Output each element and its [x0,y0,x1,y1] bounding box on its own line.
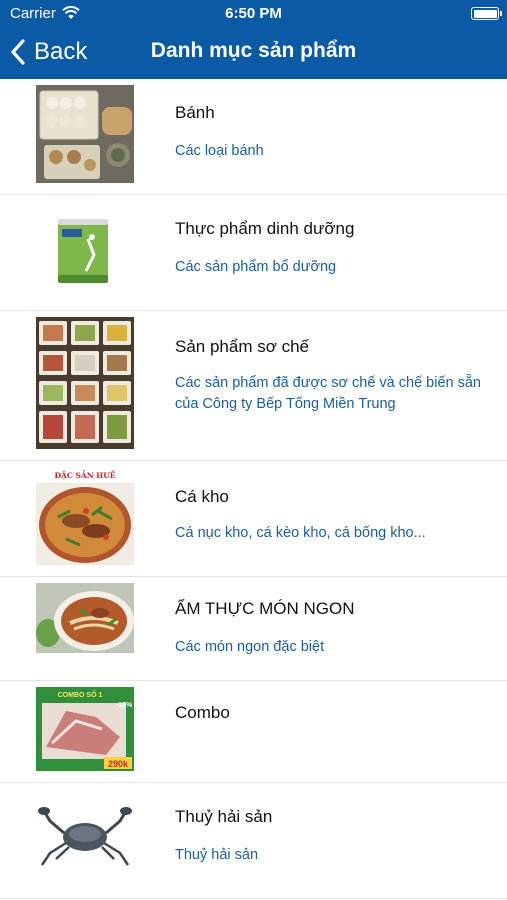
list-item[interactable]: COMBO SỐ 1 -15% 290k Combo [0,681,507,783]
category-subtitle: Các sản phẩm đã được sơ chế và chế biến … [175,375,482,412]
list-item[interactable]: Thuỷ hải sản Thuỷ hải sản [0,783,507,899]
discount-badge: -15% [116,702,133,709]
page-title: Danh mục sản phẩm [150,39,357,62]
category-subtitle: Cá nục kho, cá kèo kho, cá bống kho... [175,525,426,541]
pastry-photo [36,85,134,183]
category-list: Bánh Các loại bánh Thực phẩm dinh dưỡng … [0,79,507,899]
list-item[interactable]: Bánh Các loại bánh [0,79,507,195]
category-subtitle: Các món ngon đặc biệt [175,639,325,655]
list-item[interactable]: Thực phẩm dinh dưỡng Các sản phẩm bổ dưỡ… [0,195,507,311]
category-title: ẨM THỰC MÓN NGON [175,599,355,618]
navigation-bar: Back Danh mục sản phẩm [0,30,507,76]
noodle-soup-photo [36,583,134,653]
category-title: Cá kho [175,487,229,506]
combo-photo: COMBO SỐ 1 -15% 290k [36,687,134,771]
price-tag: 290k [108,759,129,769]
category-title: Thuỷ hải sản [175,807,273,826]
category-title: Combo [175,703,230,722]
prepared-food-trays-photo [36,317,134,449]
category-subtitle: Thuỷ hải sản [175,847,259,863]
category-subtitle: Các sản phẩm bổ dưỡng [175,259,337,275]
category-subtitle: Các loại bánh [175,143,264,159]
category-title: Bánh [175,103,215,122]
category-title: Thực phẩm dinh dưỡng [175,219,355,238]
top-bar: Carrier 6:50 PM Back Danh mục sản phẩm [0,0,507,79]
milk-can-photo [36,215,134,287]
crab-photo [36,803,134,869]
image-caption: ĐẶC SẢN HUẾ [55,470,116,480]
braised-fish-photo: ĐẶC SẢN HUẾ [36,467,134,565]
list-item[interactable]: Sản phẩm sơ chế Các sản phẩm đã được sơ … [0,311,507,461]
list-item[interactable]: ẨM THỰC MÓN NGON Các món ngon đặc biệt [0,577,507,681]
status-bar: Carrier 6:50 PM [0,0,507,28]
list-item[interactable]: ĐẶC SẢN HUẾ Cá kho Cá nục kho, cá kèo kh… [0,461,507,577]
category-title: Sản phẩm sơ chế [175,337,309,356]
battery-icon [471,7,502,20]
status-time: 6:50 PM [225,5,282,22]
